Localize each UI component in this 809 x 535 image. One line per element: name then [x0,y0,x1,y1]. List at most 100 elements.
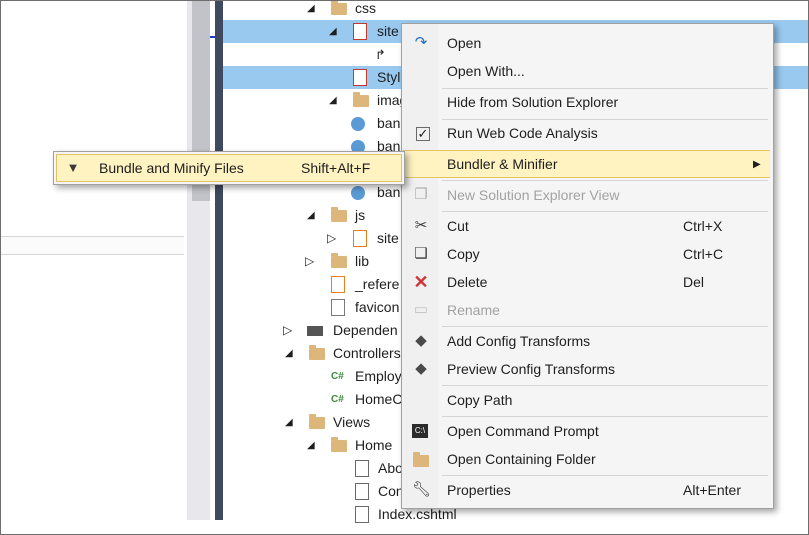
tree-item-label: css [355,0,376,16]
tree-item-label: Views [333,414,371,430]
folder-icon [353,92,369,107]
editor-panel [1,1,187,534]
menu-item-label: Open [447,35,482,51]
folder-icon [309,414,325,429]
config-transform-icon: ◆ [415,360,427,377]
menu-item-open[interactable]: ↷ Open [402,29,773,57]
menu-item-label: Rename [447,302,500,318]
menu-item-label: Delete [447,274,488,290]
menu-item-label: Cut [447,218,469,234]
menu-item-delete[interactable]: ✕ Delete Del [402,268,773,296]
menu-item-rename[interactable]: ▭ Rename [402,296,773,324]
tree-item-label: Styl [377,69,401,85]
image-file-icon [351,117,365,131]
menu-item-label: Open Containing Folder [447,451,596,467]
menu-item-label: Copy Path [447,392,513,408]
tree-item-label: _refere [355,276,400,292]
tree-item-label: lib [355,253,370,269]
menu-item-open-command-prompt[interactable]: C:\ Open Command Prompt [402,417,773,445]
menu-item-label: Add Config Transforms [447,333,591,349]
menu-item-new-explorer-view[interactable]: ❐ New Solution Explorer View [402,181,773,209]
rename-icon: ▭ [413,301,429,318]
expand-icon[interactable]: ▷ [283,319,292,342]
tree-item-label: HomeC [355,391,403,407]
collapse-icon[interactable]: ◢ [329,20,337,43]
menu-item-label: Copy [447,246,480,262]
folder-icon [331,1,347,15]
shortcut-label: Alt+Enter [683,482,741,498]
tree-item-label: Controllers [333,345,401,361]
submenu-arrow-icon: ▶ [753,159,761,170]
expand-icon[interactable]: ▷ [305,250,314,273]
csharp-file-icon: C# [331,394,344,405]
menu-item-label: Open Command Prompt [447,423,599,439]
bundler-submenu: ▼ Bundle and Minify Files Shift+Alt+F [53,151,405,185]
submenu-item-label: Bundle and Minify Files [99,160,244,176]
folder-icon [331,207,347,222]
cshtml-file-icon [355,483,369,500]
folder-icon [309,345,325,360]
cshtml-file-icon [355,460,369,477]
tree-item-label: site [377,23,399,39]
menu-item-add-config-transforms[interactable]: ◆ Add Config Transforms [402,327,773,355]
open-arrow-icon: ↷ [414,34,428,51]
shortcut-label: Ctrl+X [683,218,723,234]
collapse-icon[interactable]: ◢ [285,411,293,434]
csharp-file-icon: C# [331,371,344,382]
shortcut-label: Shift+Alt+F [301,160,371,176]
menu-item-preview-config-transforms[interactable]: ◆ Preview Config Transforms [402,355,773,383]
expand-icon[interactable]: ▷ [327,227,336,250]
menu-item-label: Run Web Code Analysis [447,125,598,141]
scissors-icon: ✂ [414,217,428,234]
menu-item-bundler-minifier[interactable]: Bundler & Minifier ▶ [403,150,770,178]
tree-item-label: ban [377,115,401,131]
collapse-icon[interactable]: ◢ [307,204,315,227]
collapse-icon[interactable]: ◢ [285,342,293,365]
tree-item-label: js [355,207,366,223]
image-file-icon [351,186,365,200]
dependencies-icon [307,326,323,336]
collapse-icon[interactable]: ◢ [307,434,315,457]
cshtml-file-icon [355,506,369,523]
panel-splitter[interactable] [215,1,223,520]
delete-x-icon: ✕ [413,272,429,292]
menu-item-properties[interactable]: 🔧︎ Properties Alt+Enter [402,476,773,504]
menu-item-label: Properties [447,482,511,498]
menu-item-hide-from-explorer[interactable]: Hide from Solution Explorer [402,88,773,116]
collapse-icon[interactable]: ◢ [329,89,337,112]
menu-item-cut[interactable]: ✂ Cut Ctrl+X [402,212,773,240]
tree-item-label: Dependen [333,322,398,338]
js-file-icon [353,230,367,247]
collapse-icon[interactable]: ◢ [307,1,315,20]
menu-item-copy-path[interactable]: Copy Path [402,386,773,414]
editor-current-line [1,236,184,255]
css-file-icon [353,69,367,86]
tree-item-css[interactable]: ◢ css [223,0,808,20]
menu-item-label: Open With... [447,63,525,79]
open-folder-icon [412,452,430,470]
favicon-file-icon [331,299,345,316]
copy-icon: ❏ [414,245,428,262]
menu-item-open-containing-folder[interactable]: Open Containing Folder [402,445,773,473]
config-transform-icon: ◆ [415,332,427,349]
command-prompt-icon: C:\ [412,424,428,438]
css-file-icon [353,23,367,40]
checkbox-analysis-icon: ✓ [416,126,430,141]
tree-item-label: site [377,230,399,246]
menu-item-label: Hide from Solution Explorer [447,94,619,110]
shortcut-label: Del [683,274,705,290]
tree-item-label: Con [378,483,404,499]
linked-file-icon: ↱ [375,47,386,62]
menu-item-run-code-analysis[interactable]: ✓ Run Web Code Analysis [402,119,773,147]
menu-item-open-with[interactable]: Open With... [402,57,773,85]
menu-item-label: Bundler & Minifier [447,156,558,172]
wrench-icon: 🔧︎ [412,481,432,498]
folder-icon [331,437,347,452]
menu-item-copy[interactable]: ❏ Copy Ctrl+C [402,240,773,268]
context-menu: ↷ Open Open With... Hide from Solution E… [401,23,774,509]
js-file-icon [331,276,345,293]
tree-item-label: Employ [355,368,402,384]
tree-item-label: Abo [378,460,403,476]
folder-icon [331,253,347,268]
menu-item-label: New Solution Explorer View [447,187,620,203]
